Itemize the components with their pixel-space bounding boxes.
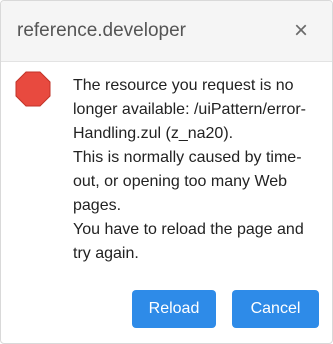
- error-message: The resource you request is no longer av…: [73, 74, 325, 266]
- dialog-header: reference.developer ×: [1, 1, 332, 62]
- error-dialog: reference.developer × The resource you r…: [0, 0, 333, 344]
- message-line-1: The resource you request is no longer av…: [73, 77, 307, 142]
- error-stop-icon: [15, 71, 51, 107]
- message-line-3: You have to reload the page and try agai…: [73, 221, 304, 262]
- close-button[interactable]: ×: [290, 17, 312, 44]
- cancel-button[interactable]: Cancel: [232, 290, 319, 328]
- close-icon: ×: [293, 17, 308, 44]
- message-line-2: This is normally caused by time-out, or …: [73, 149, 302, 214]
- reload-button[interactable]: Reload: [132, 290, 216, 328]
- dialog-title: reference.developer: [17, 20, 186, 41]
